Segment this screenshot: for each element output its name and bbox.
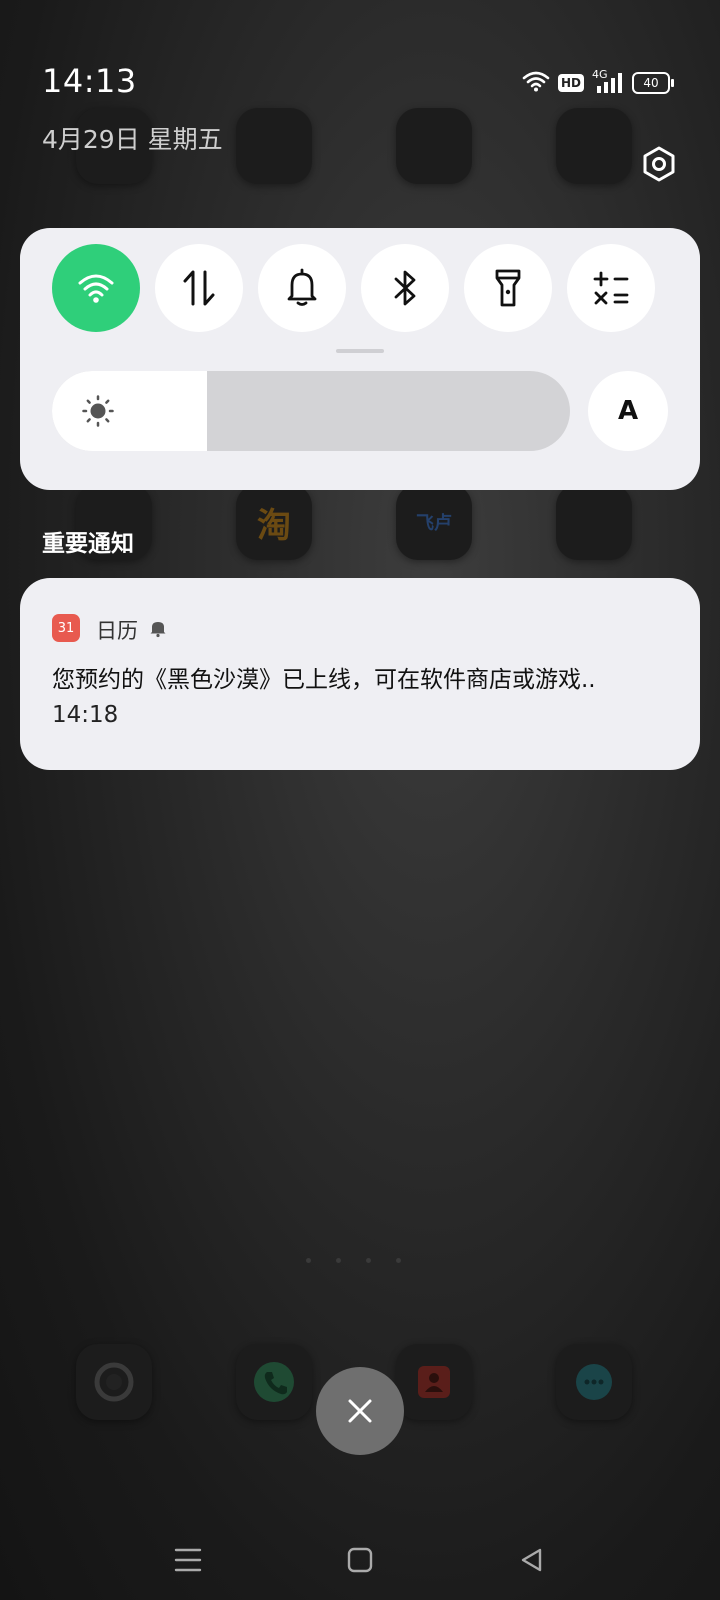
wifi-icon	[78, 274, 114, 303]
quick-settings-panel: A	[20, 228, 700, 490]
data-transfer-icon	[183, 270, 215, 306]
background-app-feilu: 飞卢	[396, 484, 472, 560]
flashlight-toggle[interactable]	[464, 244, 552, 332]
flashlight-icon	[495, 269, 521, 307]
feilu-glyph: 飞卢	[416, 513, 452, 534]
close-icon	[348, 1399, 372, 1423]
close-button[interactable]	[316, 1367, 404, 1455]
status-date: 4月29日 星期五	[42, 125, 223, 154]
brightness-slider[interactable]	[52, 371, 570, 451]
nav-home-button[interactable]	[338, 1538, 382, 1582]
calculator-toggle[interactable]	[567, 244, 655, 332]
taobao-glyph: 淘	[257, 505, 291, 546]
background-app-icon	[556, 484, 632, 560]
back-icon	[521, 1548, 542, 1572]
notification-body: 您预约的《黑色沙漠》已上线，可在软件商店或游戏..	[52, 667, 596, 693]
notification-bell-icon	[150, 622, 166, 638]
page-indicator-dot	[396, 1258, 401, 1263]
wifi-status-icon	[522, 70, 550, 96]
mobile-data-toggle[interactable]	[155, 244, 243, 332]
hd-badge: HD	[557, 74, 584, 92]
wifi-toggle[interactable]	[52, 244, 140, 332]
dock-contacts-icon	[396, 1344, 472, 1420]
dock-messages-icon	[556, 1344, 632, 1420]
auto-brightness-button[interactable]: A	[588, 371, 668, 451]
battery-level: 40	[643, 76, 659, 90]
settings-gear-icon	[643, 146, 675, 182]
cellular-signal-icon: 4G	[592, 68, 624, 94]
notifications-section-title: 重要通知	[42, 531, 134, 557]
status-clock: 14:13	[42, 62, 137, 100]
page-indicator-dot	[306, 1258, 311, 1263]
brightness-sun-icon	[82, 395, 114, 427]
settings-button[interactable]	[640, 145, 678, 183]
nav-menu-button[interactable]	[166, 1538, 210, 1582]
notification-time: 14:18	[52, 702, 119, 728]
page-indicator-dot	[336, 1258, 341, 1263]
navigation-bar	[0, 1520, 720, 1600]
sound-toggle[interactable]	[258, 244, 346, 332]
status-bar: 14:13 4月29日 星期五 HD 4G 40	[0, 0, 720, 182]
background-app-taobao: 淘	[236, 484, 312, 560]
bluetooth-icon	[394, 270, 416, 306]
page-indicator-dot	[366, 1258, 371, 1263]
calculator-icon	[593, 271, 629, 305]
menu-icon	[174, 1548, 202, 1572]
battery-icon: 40	[632, 72, 674, 94]
system-icons: HD 4G 40	[522, 68, 674, 96]
bluetooth-toggle[interactable]	[361, 244, 449, 332]
notification-card[interactable]: 31 日历 您预约的《黑色沙漠》已上线，可在软件商店或游戏.. 14:18	[20, 578, 700, 770]
nav-back-button[interactable]	[510, 1538, 554, 1582]
dock-camera-icon	[76, 1344, 152, 1420]
home-icon	[347, 1547, 373, 1573]
notification-app-name: 日历	[96, 619, 138, 643]
calendar-app-icon: 31	[52, 614, 80, 642]
dock-phone-icon	[236, 1344, 312, 1420]
brightness-fill	[52, 371, 208, 451]
bell-icon	[287, 268, 317, 306]
panel-drag-handle[interactable]	[336, 349, 384, 353]
